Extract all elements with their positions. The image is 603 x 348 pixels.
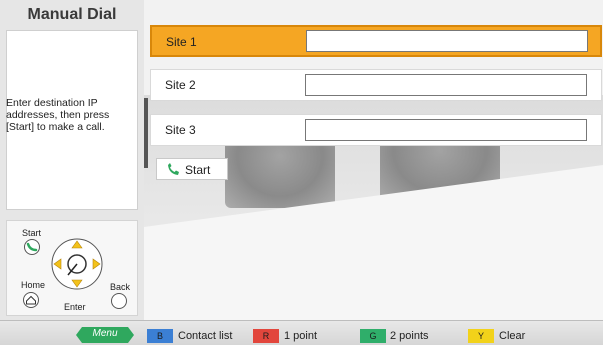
home-control-label: Home <box>21 280 46 290</box>
contact-list-action[interactable]: Contact list <box>178 329 232 343</box>
site-3-label: Site 3 <box>165 123 196 137</box>
site-row-3[interactable]: Site 3 <box>150 114 602 146</box>
start-control-label: Start <box>22 228 42 238</box>
menu-button[interactable]: Menu <box>76 327 134 343</box>
one-point-action[interactable]: 1 point <box>284 329 317 343</box>
left-divider <box>144 98 148 168</box>
site-2-address-input[interactable] <box>305 74 587 96</box>
clear-action[interactable]: Clear <box>499 329 525 343</box>
yellow-key-chip: Y <box>468 329 494 343</box>
site-2-label: Site 2 <box>165 78 196 92</box>
page-title: Manual Dial <box>27 6 117 23</box>
back-control-label: Back <box>110 282 131 292</box>
menu-button-label: Menu <box>92 328 118 339</box>
start-key-icon <box>23 238 41 256</box>
enter-control-label: Enter <box>64 302 86 312</box>
start-call-button[interactable]: Start <box>156 158 228 180</box>
red-key-chip: R <box>253 329 279 343</box>
phone-icon <box>165 162 181 178</box>
site-3-address-input[interactable] <box>305 119 587 141</box>
green-key-chip: G <box>360 329 386 343</box>
site-1-address-input[interactable] <box>306 30 588 52</box>
back-key-icon <box>110 292 128 310</box>
home-key-icon <box>22 291 40 309</box>
site-row-2[interactable]: Site 2 <box>150 69 602 101</box>
dpad-icon <box>50 237 104 291</box>
blue-key-chip: B <box>147 329 173 343</box>
start-button-label: Start <box>185 163 211 177</box>
site-1-label: Site 1 <box>166 35 197 49</box>
instruction-text: Enter destination IP addresses, then pre… <box>6 97 110 133</box>
bottom-key-guide-bar: Menu B Contact list R 1 point G 2 points… <box>0 320 603 345</box>
two-points-action[interactable]: 2 points <box>390 329 429 343</box>
site-row-1[interactable]: Site 1 <box>150 25 602 57</box>
